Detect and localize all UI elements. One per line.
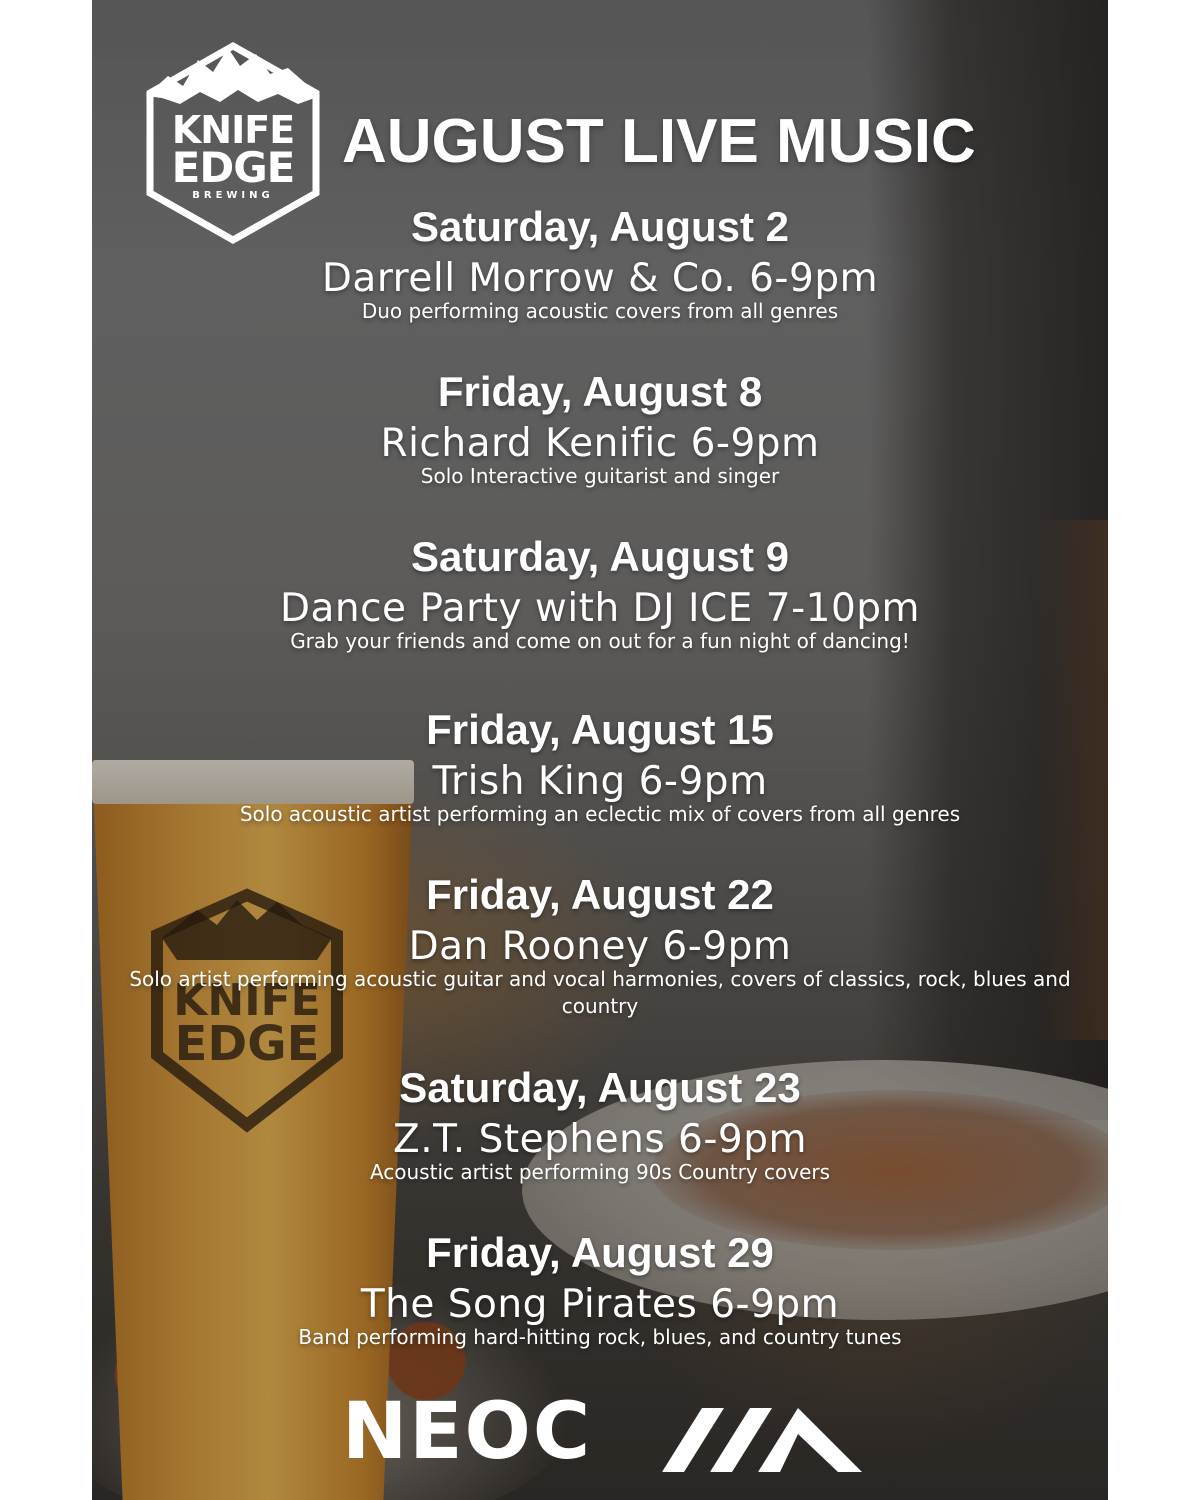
- neoc-logo-text: NEOC: [342, 1387, 593, 1477]
- event-item: Saturday, August 2 Darrell Morrow & Co. …: [92, 202, 1108, 325]
- event-poster: KNIFE EDGE KNIFE EDGE BREWING AUGUST LIV…: [92, 0, 1108, 1500]
- event-date: Friday, August 22: [426, 871, 774, 918]
- event-date: Saturday, August 9: [410, 533, 790, 580]
- event-description: Band performing hard-hitting rock, blues…: [298, 1325, 902, 1349]
- event-item: Friday, August 15 Trish King 6-9pm Solo …: [92, 705, 1108, 828]
- event-item: Friday, August 29 The Song Pirates 6-9pm…: [92, 1228, 1108, 1351]
- event-item: Saturday, August 23 Z.T. Stephens 6-9pm …: [92, 1063, 1108, 1186]
- event-act: The Song Pirates 6-9pm: [360, 1282, 840, 1327]
- event-description: Acoustic artist performing 90s Country c…: [369, 1160, 831, 1184]
- event-act: Z.T. Stephens 6-9pm: [393, 1117, 807, 1162]
- event-item: Saturday, August 9 Dance Party with DJ I…: [92, 532, 1108, 655]
- event-item: Friday, August 22 Dan Rooney 6-9pm Solo …: [92, 870, 1108, 1020]
- event-item: Friday, August 8 Richard Kenific 6-9pm S…: [92, 367, 1108, 490]
- event-act: Trish King 6-9pm: [432, 759, 768, 804]
- event-description: Grab your friends and come on out for a …: [290, 629, 910, 653]
- event-description: Solo Interactive guitarist and singer: [420, 464, 780, 488]
- logo-text-brewing: BREWING: [192, 190, 274, 201]
- event-date: Friday, August 29: [426, 1229, 774, 1276]
- event-date: Friday, August 8: [437, 368, 763, 415]
- event-date: Friday, August 15: [426, 706, 774, 753]
- event-description: Solo acoustic artist performing an eclec…: [239, 802, 961, 826]
- poster-title: AUGUST LIVE MUSIC: [342, 107, 976, 176]
- event-act: Darrell Morrow & Co. 6-9pm: [321, 256, 879, 301]
- event-date: Saturday, August 23: [399, 1064, 801, 1111]
- event-act: Dan Rooney 6-9pm: [408, 924, 792, 969]
- event-description: Duo performing acoustic covers from all …: [361, 299, 839, 323]
- logo-text-edge: EDGE: [171, 143, 296, 192]
- event-act: Richard Kenific 6-9pm: [380, 421, 820, 466]
- event-date: Saturday, August 2: [410, 203, 790, 250]
- mountain-mark-icon: [662, 1408, 862, 1472]
- event-description: Solo artist performing acoustic guitar a…: [129, 967, 1071, 1018]
- event-act: Dance Party with DJ ICE 7-10pm: [279, 586, 921, 631]
